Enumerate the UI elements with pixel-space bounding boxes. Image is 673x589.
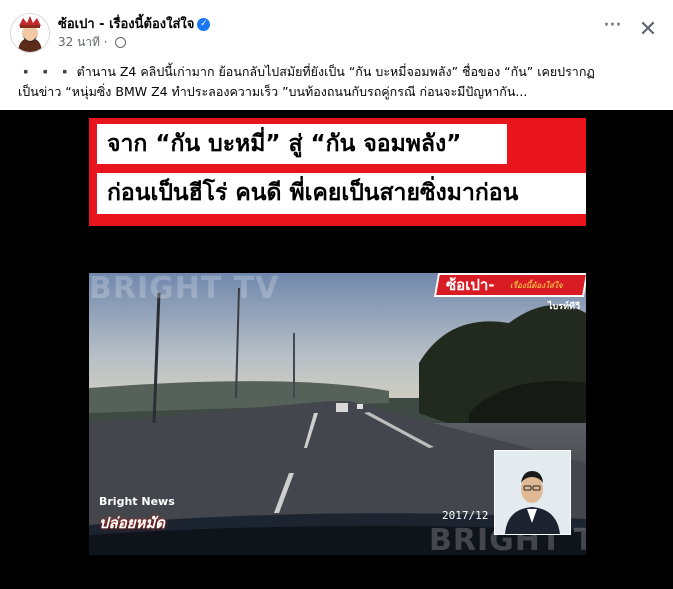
- close-icon: ✕: [638, 17, 658, 42]
- post-header: ซ้อเปา - เรื่องนี้ต้องใส่ใจ ✓ 32 นาที · ·…: [0, 0, 673, 58]
- video-timestamp: 2017/12: [442, 509, 489, 522]
- logo-channel-text: ไบรท์ทีวี: [548, 302, 580, 312]
- page-avatar[interactable]: [10, 13, 50, 53]
- post-meta: 32 นาที ·: [58, 33, 127, 52]
- more-options-button[interactable]: ···: [600, 15, 624, 42]
- post-caption: ▪️ ▪️ ▪️ ตำนาน Z4 คลิปนี้เก่ามาก ย้อนกลั…: [18, 62, 658, 102]
- video-player[interactable]: จาก “กัน บะหมี่” สู่ “กัน จอมพลัง” ก่อนเ…: [0, 110, 673, 589]
- avatar-image: [11, 14, 49, 52]
- video-frame: BRIGHT TV BRIGHT TV ซ้อเปา- เรื่องนี้ต้อ…: [89, 273, 586, 555]
- verified-badge-icon: ✓: [197, 18, 211, 31]
- news-anchor-image: [495, 451, 570, 534]
- logo-main-text: ซ้อเปา-: [446, 276, 495, 294]
- page-name[interactable]: ซ้อเปา - เรื่องนี้ต้องใส่ใจ ✓: [58, 13, 211, 34]
- headline-line-1: จาก “กัน บะหมี่” สู่ “กัน จอมพลัง”: [97, 124, 507, 164]
- news-brand: Bright News: [99, 495, 175, 508]
- channel-logo: ซ้อเปา- เรื่องนี้ต้องใส่ใจ ไบรท์ทีวี: [433, 273, 586, 317]
- caption-line-1: ▪️ ▪️ ▪️ ตำนาน Z4 คลิปนี้เก่ามาก ย้อนกลั…: [18, 64, 595, 79]
- page-name-text[interactable]: ซ้อเปา - เรื่องนี้ต้องใส่ใจ: [58, 17, 194, 32]
- caption-line-2[interactable]: เป็นข่าว “หนุ่มซิ่ง BMW Z4 ทำประลองความเ…: [18, 82, 658, 102]
- watermark-top: BRIGHT TV: [89, 273, 280, 306]
- more-horizontal-icon: ···: [603, 13, 622, 38]
- headline-line-2: ก่อนเป็นฮีโร่ คนดี พี่เคยเป็นสายซิ่งมาก่…: [97, 173, 586, 214]
- post-timestamp[interactable]: 32 นาที: [58, 35, 100, 49]
- news-show-title: ปล่อยหมัด: [99, 514, 166, 532]
- logo-sub-text: เรื่องนี้ต้องใส่ใจ: [510, 281, 563, 290]
- globe-icon: [115, 37, 127, 48]
- headline-panel: จาก “กัน บะหมี่” สู่ “กัน จอมพลัง” ก่อนเ…: [89, 118, 586, 226]
- close-button[interactable]: ✕: [636, 18, 660, 42]
- news-anchor-inset: [494, 450, 571, 535]
